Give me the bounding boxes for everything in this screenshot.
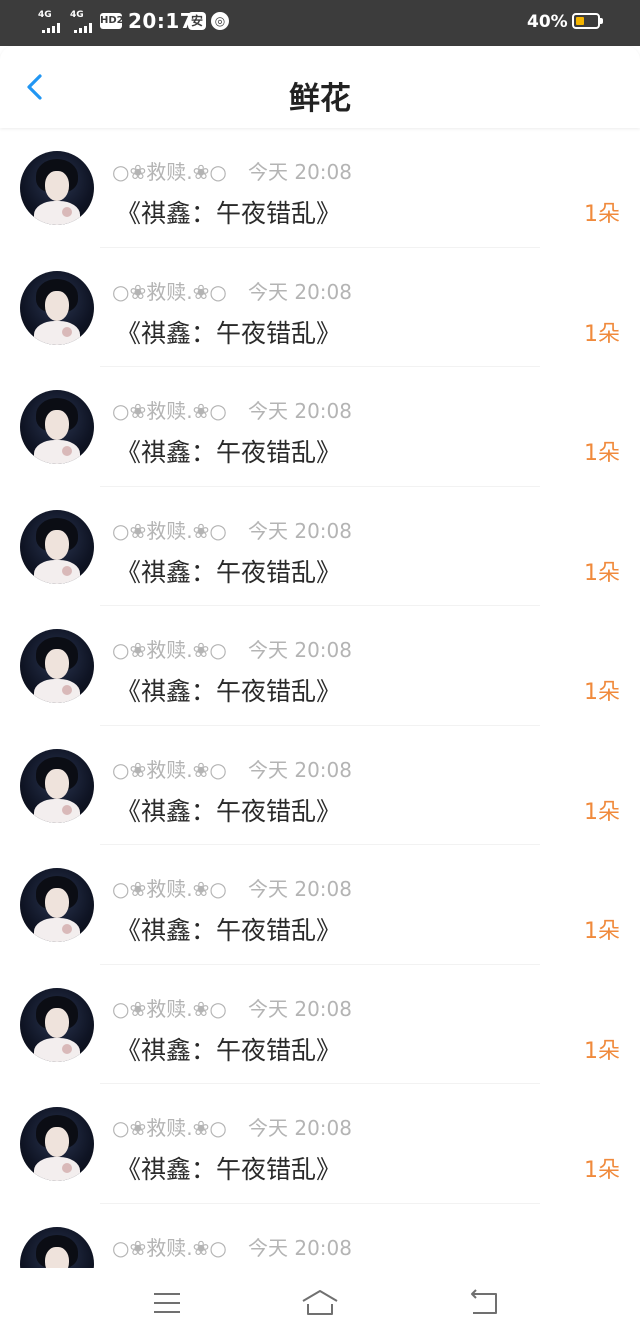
sender-name[interactable]: ○❀救赎.❀○ xyxy=(112,515,227,544)
nav-bar: 鲜花 xyxy=(0,46,640,128)
sender-name[interactable]: ○❀救赎.❀○ xyxy=(112,276,227,305)
flower-count: 1朵 xyxy=(584,680,620,705)
avatar[interactable] xyxy=(20,390,94,464)
avatar[interactable] xyxy=(20,509,94,584)
flower-count: 1朵 xyxy=(584,1038,620,1064)
network-type-1: 4G xyxy=(38,10,52,20)
send-time: 今天 20:08 xyxy=(248,996,352,1021)
status-bar: 4G 4G HD2 20:17 安 ◎ 40% xyxy=(0,0,640,46)
book-title[interactable]: 《祺鑫：午夜错乱》 xyxy=(116,911,341,947)
book-title[interactable]: 《祺鑫：午夜错乱》 xyxy=(116,792,341,828)
avatar[interactable] xyxy=(20,151,94,225)
book-title[interactable]: 《祺鑫：午夜错乱》 xyxy=(116,433,341,469)
sender-name[interactable]: ○❀救赎.❀○ xyxy=(112,993,227,1022)
flower-count: 1朵 xyxy=(584,799,620,825)
flower-count: 1朵 xyxy=(584,560,620,586)
status-time: 20:17 xyxy=(128,9,195,33)
menu-button[interactable] xyxy=(147,1286,187,1320)
network-type-2: 4G xyxy=(70,10,84,20)
send-time: 今天 20:08 xyxy=(248,399,352,423)
list-item[interactable]: ○❀救赎.❀○ 今天 20:08 《祺鑫：午夜错乱》 1朵 xyxy=(0,248,640,367)
home-button[interactable] xyxy=(300,1286,340,1320)
home-icon xyxy=(302,1290,338,1315)
avatar[interactable] xyxy=(20,270,94,345)
send-time: 今天 20:08 xyxy=(248,160,352,184)
book-title[interactable]: 《祺鑫：午夜错乱》 xyxy=(116,1150,341,1186)
avatar[interactable] xyxy=(20,629,94,703)
book-title[interactable]: 《祺鑫：午夜错乱》 xyxy=(116,314,341,350)
flower-count: 1朵 xyxy=(584,919,620,944)
list-item[interactable]: ○❀救赎.❀○ 今天 20:08 《祺鑫：午夜错乱》 1朵 xyxy=(0,845,640,965)
sender-name[interactable]: ○❀救赎.❀○ xyxy=(112,873,227,902)
book-title[interactable]: 《祺鑫：午夜错乱》 xyxy=(116,672,341,708)
avatar[interactable] xyxy=(20,1226,94,1268)
app-notification-icon: 安 xyxy=(188,12,206,30)
send-time: 今天 20:08 xyxy=(248,518,352,543)
list-item[interactable]: ○❀救赎.❀○ 今天 20:08 《祺鑫：午夜错乱》 1朵 xyxy=(0,1084,640,1204)
avatar[interactable] xyxy=(20,868,94,942)
send-time: 今天 20:08 xyxy=(248,877,352,901)
send-time: 今天 20:08 xyxy=(248,757,352,782)
list-item[interactable]: ○❀救赎.❀○ 今天 20:08 《祺鑫：午夜错乱》 1朵 xyxy=(0,128,640,248)
avatar[interactable] xyxy=(20,1107,94,1181)
flower-count: 1朵 xyxy=(584,1158,620,1183)
book-title[interactable]: 《祺鑫：午夜错乱》 xyxy=(116,1031,341,1067)
send-time: 今天 20:08 xyxy=(248,279,352,304)
system-nav-bar xyxy=(0,1268,640,1337)
battery-percent: 40% xyxy=(527,12,568,32)
sync-icon: ◎ xyxy=(211,12,229,30)
list-item[interactable]: ○❀救赎.❀○ 今天 20:08 《祺鑫：午夜错乱》 1朵 xyxy=(0,965,640,1084)
send-time: 今天 20:08 xyxy=(248,1235,352,1260)
sender-name[interactable]: ○❀救赎.❀○ xyxy=(112,754,227,783)
sender-name[interactable]: ○❀救赎.❀○ xyxy=(112,1112,227,1141)
list-item[interactable]: ○❀救赎.❀○ 今天 20:08 《祺鑫：午夜错乱》 1朵 xyxy=(0,487,640,606)
flower-count: 1朵 xyxy=(584,202,620,227)
gift-list: ○❀救赎.❀○ 今天 20:08 《祺鑫：午夜错乱》 1朵 ○❀救赎.❀○ 今天… xyxy=(0,128,640,1268)
book-title[interactable]: 《祺鑫：午夜错乱》 xyxy=(116,553,341,589)
sender-name[interactable]: ○❀救赎.❀○ xyxy=(112,634,227,663)
send-time: 今天 20:08 xyxy=(248,638,352,662)
list-item[interactable]: ○❀救赎.❀○ 今天 20:08 《祺鑫：午夜错乱》 1朵 xyxy=(0,726,640,845)
list-item[interactable]: ○❀救赎.❀○ 今天 20:08 《祺鑫：午夜错乱》 1朵 xyxy=(0,606,640,726)
sender-name[interactable]: ○❀救赎.❀○ xyxy=(112,1232,227,1261)
sender-name[interactable]: ○❀救赎.❀○ xyxy=(112,395,227,424)
flower-count: 1朵 xyxy=(584,441,620,466)
hd-badge: HD2 xyxy=(100,13,124,29)
list-item[interactable]: ○❀救赎.❀○ 今天 20:08 xyxy=(0,1204,640,1268)
avatar[interactable] xyxy=(20,987,94,1062)
flower-count: 1朵 xyxy=(584,321,620,347)
send-time: 今天 20:08 xyxy=(248,1116,352,1140)
page-title: 鲜花 xyxy=(289,81,351,117)
system-back-button[interactable] xyxy=(465,1286,505,1320)
book-title[interactable]: 《祺鑫：午夜错乱》 xyxy=(116,194,341,230)
sender-name[interactable]: ○❀救赎.❀○ xyxy=(112,156,227,185)
menu-icon xyxy=(154,1293,180,1313)
back-icon xyxy=(471,1289,497,1314)
battery-icon xyxy=(572,13,603,29)
avatar[interactable] xyxy=(20,748,94,823)
list-item[interactable]: ○❀救赎.❀○ 今天 20:08 《祺鑫：午夜错乱》 1朵 xyxy=(0,367,640,487)
